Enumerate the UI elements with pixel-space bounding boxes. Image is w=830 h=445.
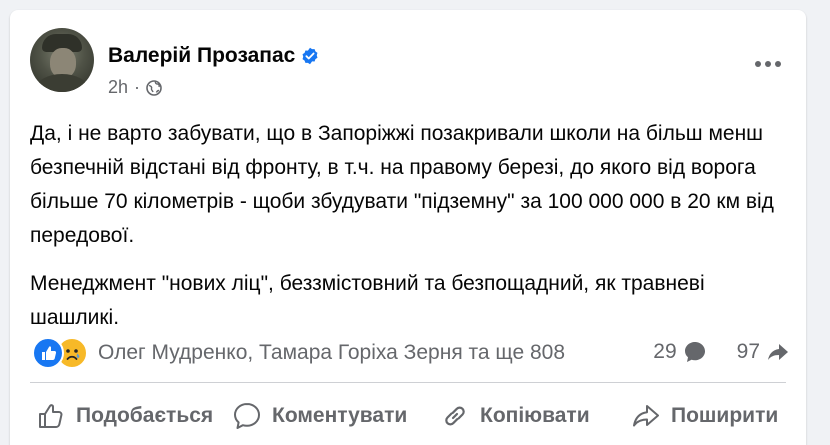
comment-bubble-icon — [684, 342, 705, 362]
like-button[interactable]: Подобається — [36, 401, 213, 431]
comment-button[interactable]: Коментувати — [232, 401, 407, 431]
link-icon — [445, 406, 465, 426]
share-icon — [633, 405, 659, 427]
like-reaction-icon — [32, 337, 64, 369]
comments-count[interactable]: 29 — [653, 340, 706, 364]
reactions-summary-text[interactable]: Олег Мудренко, Тамара Горіха Зерня та ще… — [98, 341, 565, 365]
copy-button-label: Копіювати — [480, 404, 590, 427]
author-name[interactable]: Валерій Прозапас — [108, 44, 295, 68]
post-card: Валерій Прозапас 2h · Да, і не варто заб… — [10, 10, 806, 445]
comment-button-label: Коментувати — [272, 404, 408, 427]
thumbs-up-icon — [39, 404, 63, 428]
author-row: Валерій Прозапас — [108, 44, 319, 68]
verified-badge-icon — [301, 47, 319, 65]
engagement-counts: 29 97 — [653, 340, 790, 364]
post-timestamp[interactable]: 2h — [108, 77, 128, 98]
action-bar: Подобається Коментувати Копіювати Пошири… — [30, 390, 796, 442]
more-dot — [765, 61, 771, 67]
copy-button[interactable]: Копіювати — [440, 401, 590, 431]
post-meta: 2h · — [108, 77, 162, 98]
comment-icon — [234, 403, 260, 429]
share-button[interactable]: Поширити — [631, 401, 778, 431]
post-text: Да, і не варто забувати, що в Запоріжжі … — [30, 117, 790, 335]
reactions-summary[interactable]: Олег Мудренко, Тамара Горіха Зерня та ще… — [32, 337, 565, 369]
shares-count-value: 97 — [736, 340, 760, 363]
avatar-body — [36, 74, 88, 92]
author-avatar[interactable] — [30, 28, 94, 92]
more-dot — [775, 61, 781, 67]
more-dot — [755, 61, 761, 67]
globe-icon[interactable] — [146, 79, 162, 96]
shares-count[interactable]: 97 — [737, 340, 790, 364]
more-options-icon[interactable] — [750, 54, 786, 74]
share-arrow-icon — [768, 344, 788, 360]
actions-divider — [30, 382, 786, 383]
share-button-label: Поширити — [671, 404, 779, 427]
post-paragraph: Да, і не варто забувати, що в Запоріжжі … — [30, 122, 774, 247]
meta-separator: · — [134, 77, 141, 97]
comments-count-value: 29 — [653, 340, 677, 363]
like-button-label: Подобається — [76, 404, 214, 427]
post-paragraph: Менеджмент "нових ліц", беззмістовний та… — [30, 272, 705, 329]
